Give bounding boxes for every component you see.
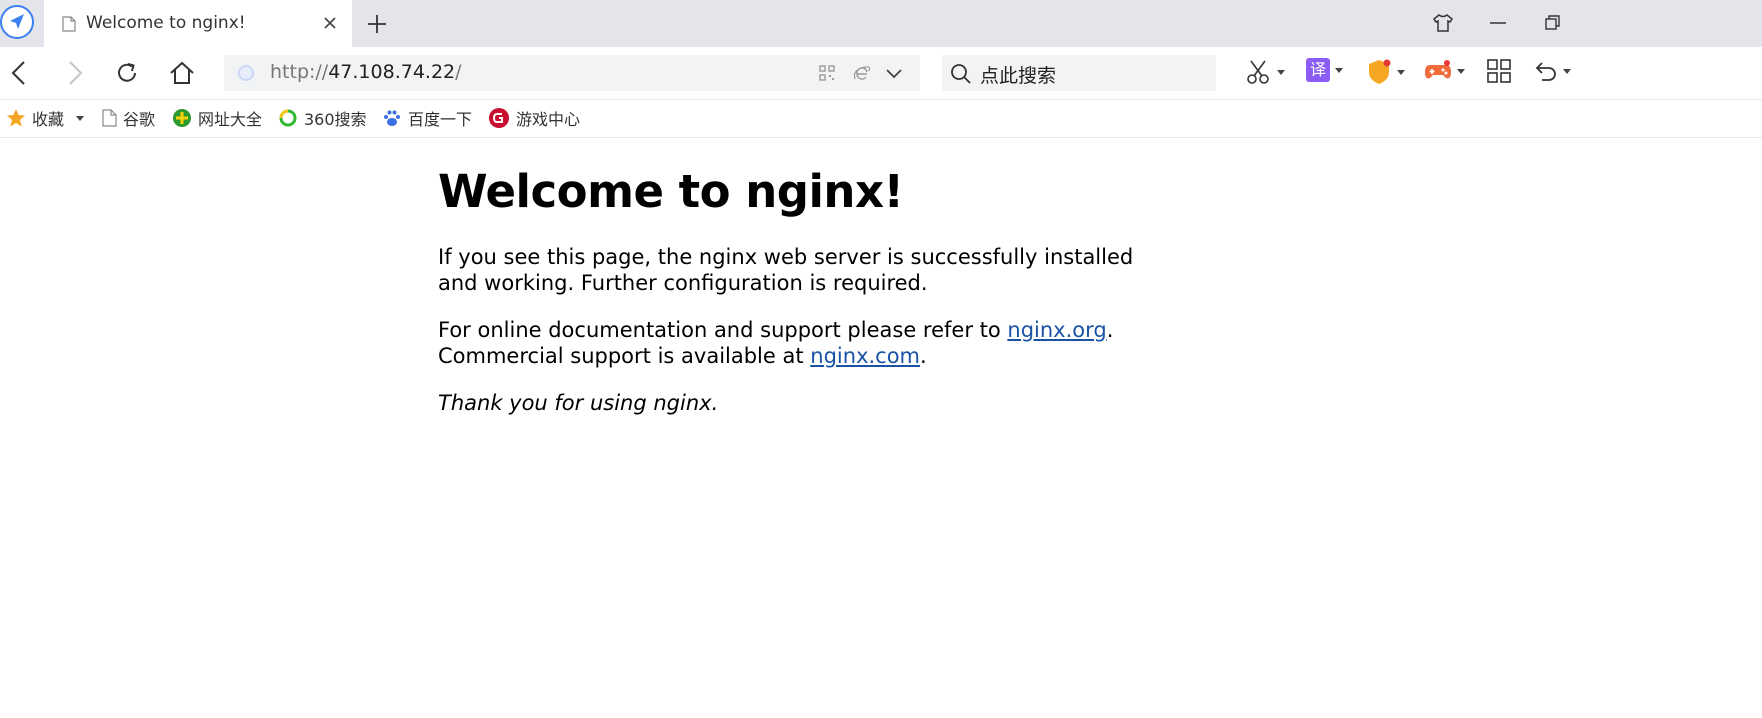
security-wallet-button[interactable] [1366, 58, 1406, 88]
search-icon [950, 63, 972, 89]
minimize-icon[interactable] [1488, 13, 1508, 37]
chevron-down-icon[interactable] [76, 115, 85, 121]
home-icon[interactable] [168, 60, 196, 90]
bookmark-label: 收藏 [32, 110, 65, 129]
star-icon [6, 108, 26, 128]
new-tab-plus-icon[interactable] [366, 13, 388, 39]
bookmark-label: 百度一下 [408, 110, 473, 129]
chevron-down-icon[interactable] [1457, 68, 1466, 74]
gamepad-icon [1425, 60, 1451, 79]
bookmark-label: 谷歌 [123, 110, 156, 129]
bookmark-baidu[interactable]: 百度一下 [382, 106, 472, 130]
baidu-paw-icon [382, 108, 402, 128]
url-scheme: http:// [270, 61, 329, 83]
back-icon[interactable] [8, 60, 32, 90]
nginx-com-link[interactable]: nginx.com [810, 344, 920, 368]
bookmark-label: 游戏中心 [516, 110, 581, 129]
game-button[interactable] [1424, 58, 1466, 88]
site-info-icon[interactable] [238, 65, 254, 81]
qr-code-icon[interactable] [818, 64, 836, 86]
page-title: Welcome to nginx! [438, 165, 904, 218]
bookmark-label: 网址大全 [198, 110, 263, 129]
url-host: 47.108.74.22 [328, 61, 456, 83]
undo-icon[interactable] [1532, 58, 1572, 88]
translate-icon: 译 [1306, 58, 1330, 82]
forward-icon[interactable] [62, 60, 86, 90]
page-icon [102, 109, 117, 127]
apps-grid-icon[interactable] [1486, 58, 1512, 88]
chevron-down-icon[interactable] [1563, 68, 1572, 74]
page-content: Welcome to nginx! If you see this page, … [438, 160, 1138, 416]
reload-icon[interactable] [114, 60, 140, 90]
shield-icon [1369, 59, 1391, 84]
search-input[interactable]: 点此搜索 [980, 61, 1056, 88]
page-icon [62, 16, 76, 36]
close-icon[interactable] [322, 15, 338, 35]
bookmark-web-directory[interactable]: 网址大全 [172, 106, 262, 130]
commercial-text: Commercial support is available at [438, 344, 811, 368]
skin-shirt-icon[interactable] [1432, 13, 1454, 37]
active-tab[interactable]: Welcome to nginx! [44, 0, 352, 47]
tab-title: Welcome to nginx! [86, 13, 246, 33]
support-text-end: . [1106, 318, 1114, 342]
nginx-org-link[interactable]: nginx.org [1007, 318, 1106, 342]
ie-compat-icon[interactable] [852, 64, 872, 86]
url-field[interactable]: http://47.108.74.22/ [270, 61, 462, 83]
support-paragraph: For online documentation and support ple… [438, 317, 1138, 369]
support-text: For online documentation and support ple… [438, 318, 1008, 342]
address-bar[interactable]: http://47.108.74.22/ [224, 55, 920, 91]
translate-button[interactable]: 译 [1306, 58, 1344, 88]
intro-paragraph: If you see this page, the nginx web serv… [438, 245, 1134, 295]
bookmark-favorites[interactable]: 收藏 [6, 106, 85, 130]
360-search-icon [278, 108, 298, 128]
bookmark-google[interactable]: 谷歌 [102, 106, 155, 130]
game-center-icon [488, 107, 510, 129]
url-path: / [455, 61, 462, 83]
bookmark-360-search[interactable]: 360搜索 [278, 106, 367, 130]
screenshot-scissors-icon[interactable] [1246, 58, 1286, 88]
navigation-bar: http://47.108.74.22/ 点此搜索 译 [0, 47, 1762, 100]
chevron-down-icon[interactable] [1277, 69, 1286, 75]
web-directory-icon [172, 108, 192, 128]
browser-logo-icon[interactable] [0, 5, 34, 39]
bookmark-game-center[interactable]: 游戏中心 [488, 106, 580, 130]
bookmark-label: 360搜索 [304, 110, 367, 129]
bookmarks-bar: 收藏 谷歌 网址大全 360搜索 百度一下 游戏中心 [0, 100, 1762, 138]
tab-strip: Welcome to nginx! [0, 0, 1762, 47]
chevron-down-icon[interactable] [1335, 67, 1344, 73]
chevron-down-icon[interactable] [1397, 69, 1406, 75]
search-box[interactable]: 点此搜索 [942, 55, 1216, 91]
thanks-message: Thank you for using nginx. [438, 391, 719, 415]
chevron-down-icon[interactable] [884, 64, 904, 86]
commercial-text-end: . [920, 344, 927, 368]
restore-window-icon[interactable] [1544, 13, 1562, 37]
